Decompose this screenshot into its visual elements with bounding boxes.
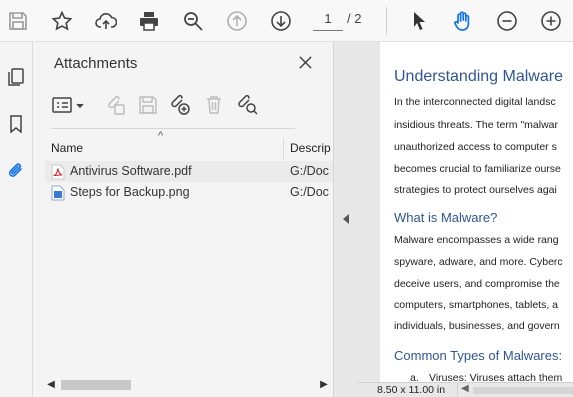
- zoom-search-icon[interactable]: [178, 6, 208, 36]
- toolbar-divider: [51, 128, 295, 129]
- select-cursor-icon[interactable]: [404, 6, 434, 36]
- scroll-left-arrow-icon[interactable]: ◀: [461, 383, 469, 394]
- bookmark-star-icon[interactable]: [47, 6, 77, 36]
- pdf-file-icon: [51, 164, 65, 180]
- open-attachment-icon[interactable]: [103, 92, 129, 118]
- close-icon[interactable]: [295, 52, 315, 72]
- table-row[interactable]: Antivirus Software.pdf G:/Doc: [45, 161, 333, 182]
- page-down-icon[interactable]: [266, 6, 296, 36]
- scroll-left-arrow-icon[interactable]: ◀: [45, 379, 57, 391]
- list-item: Viruses: Viruses attach them: [429, 372, 563, 382]
- print-icon[interactable]: [134, 6, 164, 36]
- section-heading: Common Types of Malwares:: [394, 348, 563, 363]
- attachments-panel: Attachments ^ Name Descrip Antivirus Sof…: [33, 42, 333, 397]
- horizontal-scrollbar-thumb[interactable]: [473, 387, 573, 394]
- toolbar-divider: [386, 7, 387, 35]
- paragraph-line: individuals, businesses, and govern: [394, 320, 560, 332]
- attachments-paperclip-icon[interactable]: [3, 157, 29, 183]
- upload-cloud-icon[interactable]: [91, 6, 121, 36]
- scroll-right-arrow-icon[interactable]: ▶: [318, 379, 330, 391]
- paragraph-line: insidious threats. The term "malwar: [394, 119, 559, 131]
- file-name: Antivirus Software.pdf: [70, 164, 192, 178]
- page-up-icon[interactable]: [222, 6, 252, 36]
- document-title: Understanding Malware: [394, 68, 563, 85]
- panel-title: Attachments: [54, 55, 138, 72]
- options-menu-icon[interactable]: [51, 92, 87, 118]
- file-name: Steps for Backup.png: [70, 185, 190, 199]
- top-toolbar: 1 / 2: [0, 0, 573, 42]
- bookmarks-icon[interactable]: [3, 111, 29, 137]
- column-header-description[interactable]: Descrip: [290, 141, 331, 155]
- left-navigation-rail: [0, 42, 33, 397]
- add-attachment-icon[interactable]: [167, 92, 193, 118]
- panel-splitter[interactable]: [333, 42, 357, 397]
- save-attachment-icon[interactable]: [135, 92, 161, 118]
- scrollbar-thumb[interactable]: [61, 380, 131, 390]
- image-file-icon: [51, 185, 65, 201]
- paragraph-line: strategies to protect ourselves agai: [394, 184, 557, 196]
- paragraph-line: deceive users, and compromise the: [394, 278, 560, 290]
- zoom-in-icon[interactable]: [536, 6, 566, 36]
- column-header-name[interactable]: Name: [51, 141, 83, 155]
- save-icon[interactable]: [3, 6, 33, 36]
- horizontal-scrollbar[interactable]: ◀ ▶: [45, 377, 333, 393]
- page-size-label: 8.50 x 11.00 in: [377, 384, 446, 396]
- attachments-table-header: Name Descrip: [45, 138, 333, 160]
- status-bar: 8.50 x 11.00 in ◀: [357, 382, 573, 397]
- table-row[interactable]: Steps for Backup.png G:/Doc: [45, 182, 333, 203]
- paragraph-line: Malware encompasses a wide rang: [394, 234, 559, 246]
- paragraph-line: spyware, adware, and more. Cyberc: [394, 256, 563, 268]
- list-marker: a.: [410, 372, 419, 382]
- file-description: G:/Doc: [290, 164, 329, 178]
- attachments-toolbar: [51, 90, 321, 120]
- paragraph-line: becomes crucial to familiarize ourse: [394, 163, 561, 175]
- section-heading: What is Malware?: [394, 210, 498, 225]
- document-page: Understanding Malware In the interconnec…: [380, 42, 573, 382]
- column-divider[interactable]: [283, 138, 284, 160]
- page-total-label: / 2: [347, 11, 362, 26]
- paragraph-line: In the interconnected digital landsc: [394, 96, 556, 108]
- status-divider: [457, 383, 458, 397]
- delete-attachment-icon[interactable]: [201, 92, 227, 118]
- hand-tool-icon[interactable]: [448, 6, 478, 36]
- page-thumbnails-icon[interactable]: [3, 64, 29, 90]
- paragraph-line: computers, smartphones, tablets, a: [394, 299, 558, 311]
- file-description: G:/Doc: [290, 185, 329, 199]
- zoom-out-icon[interactable]: [492, 6, 522, 36]
- search-attachment-icon[interactable]: [235, 92, 261, 118]
- page-number-input[interactable]: 1: [313, 9, 343, 31]
- collapse-panel-arrow-icon[interactable]: [341, 212, 351, 226]
- paragraph-line: unauthorized access to computer s: [394, 141, 557, 153]
